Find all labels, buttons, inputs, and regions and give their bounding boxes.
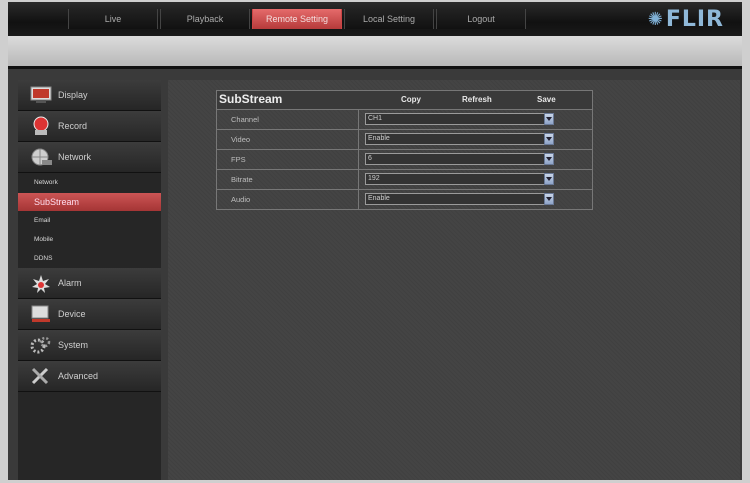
sidebar-sub-network[interactable]: Network — [18, 174, 161, 192]
app-window: Live Playback Remote Setting Local Setti… — [8, 2, 742, 480]
sidebar-item-label: Alarm — [58, 278, 82, 288]
sidebar-item-system[interactable]: System — [18, 330, 161, 361]
channel-select[interactable]: CH1 — [365, 113, 554, 125]
sidebar: Display Record Network Network SubStream… — [18, 80, 161, 480]
copy-button[interactable]: Copy — [401, 95, 421, 104]
globe-icon — [30, 147, 52, 167]
setting-label: Bitrate — [217, 170, 359, 189]
sidebar-item-label: System — [58, 340, 89, 350]
setting-row-fps: FPS 6 — [217, 150, 592, 170]
sidebar-sub-ddns[interactable]: DDNS — [18, 250, 161, 268]
fps-select[interactable]: 6 — [365, 153, 554, 165]
main-panel: SubStream Copy Refresh Save Channel CH1 … — [168, 80, 740, 480]
nav-logout[interactable]: Logout — [436, 9, 526, 29]
sidebar-sub-email[interactable]: Email — [18, 212, 161, 230]
chevron-down-icon[interactable] — [544, 193, 554, 205]
refresh-button[interactable]: Refresh — [462, 95, 492, 104]
tools-icon — [30, 366, 52, 386]
gears-icon — [30, 335, 52, 355]
chevron-down-icon[interactable] — [544, 153, 554, 165]
setting-label: Video — [217, 130, 359, 149]
setting-row-channel: Channel CH1 — [217, 110, 592, 130]
flir-mark-icon: ✺ — [647, 8, 664, 30]
setting-row-video: Video Enable — [217, 130, 592, 150]
sidebar-item-label: Record — [58, 121, 88, 131]
select-value: 6 — [368, 155, 372, 162]
page-title: SubStream — [219, 92, 283, 106]
chevron-down-icon[interactable] — [544, 113, 554, 125]
sidebar-item-device[interactable]: Device — [18, 299, 161, 330]
top-bar: Live Playback Remote Setting Local Setti… — [8, 2, 742, 36]
nav-live[interactable]: Live — [68, 9, 158, 29]
bitrate-select[interactable]: 192 — [365, 173, 554, 185]
sidebar-sub-substream[interactable]: SubStream — [18, 193, 161, 211]
sidebar-item-record[interactable]: Record — [18, 111, 161, 142]
sidebar-item-advanced[interactable]: Advanced — [18, 361, 161, 392]
chevron-down-icon[interactable] — [544, 133, 554, 145]
header-band — [8, 36, 742, 66]
sidebar-item-label: Display — [58, 90, 88, 100]
monitor-icon — [30, 85, 52, 105]
select-value: Enable — [368, 195, 390, 202]
chevron-down-icon[interactable] — [544, 173, 554, 185]
alarm-icon — [30, 273, 52, 293]
header-divider — [8, 66, 742, 69]
logo-text: FLIR — [665, 6, 724, 32]
substream-settings-table: SubStream Copy Refresh Save Channel CH1 … — [216, 90, 593, 210]
nav-local-setting[interactable]: Local Setting — [344, 9, 434, 29]
setting-label: Channel — [217, 110, 359, 129]
select-value: CH1 — [368, 115, 383, 122]
sidebar-item-alarm[interactable]: Alarm — [18, 268, 161, 299]
save-button[interactable]: Save — [537, 95, 556, 104]
sidebar-item-label: Network — [58, 152, 92, 162]
select-value: Enable — [368, 135, 390, 142]
device-icon — [30, 304, 52, 324]
setting-row-audio: Audio Enable — [217, 190, 592, 209]
sidebar-item-label: Device — [58, 309, 86, 319]
table-header: SubStream Copy Refresh Save — [217, 91, 592, 110]
sidebar-item-display[interactable]: Display — [18, 80, 161, 111]
nav-remote-setting[interactable]: Remote Setting — [252, 9, 342, 29]
video-select[interactable]: Enable — [365, 133, 554, 145]
audio-select[interactable]: Enable — [365, 193, 554, 205]
setting-label: Audio — [217, 190, 359, 209]
sidebar-item-label: Advanced — [58, 371, 99, 381]
main-nav: Live Playback Remote Setting Local Setti… — [68, 9, 528, 29]
nav-playback[interactable]: Playback — [160, 9, 250, 29]
select-value: 192 — [368, 175, 380, 182]
setting-label: FPS — [217, 150, 359, 169]
flir-logo: ✺ FLIR — [648, 6, 724, 32]
record-icon — [30, 116, 52, 136]
setting-row-bitrate: Bitrate 192 — [217, 170, 592, 190]
sidebar-item-network[interactable]: Network — [18, 142, 161, 173]
sidebar-sub-mobile[interactable]: Mobile — [18, 231, 161, 249]
